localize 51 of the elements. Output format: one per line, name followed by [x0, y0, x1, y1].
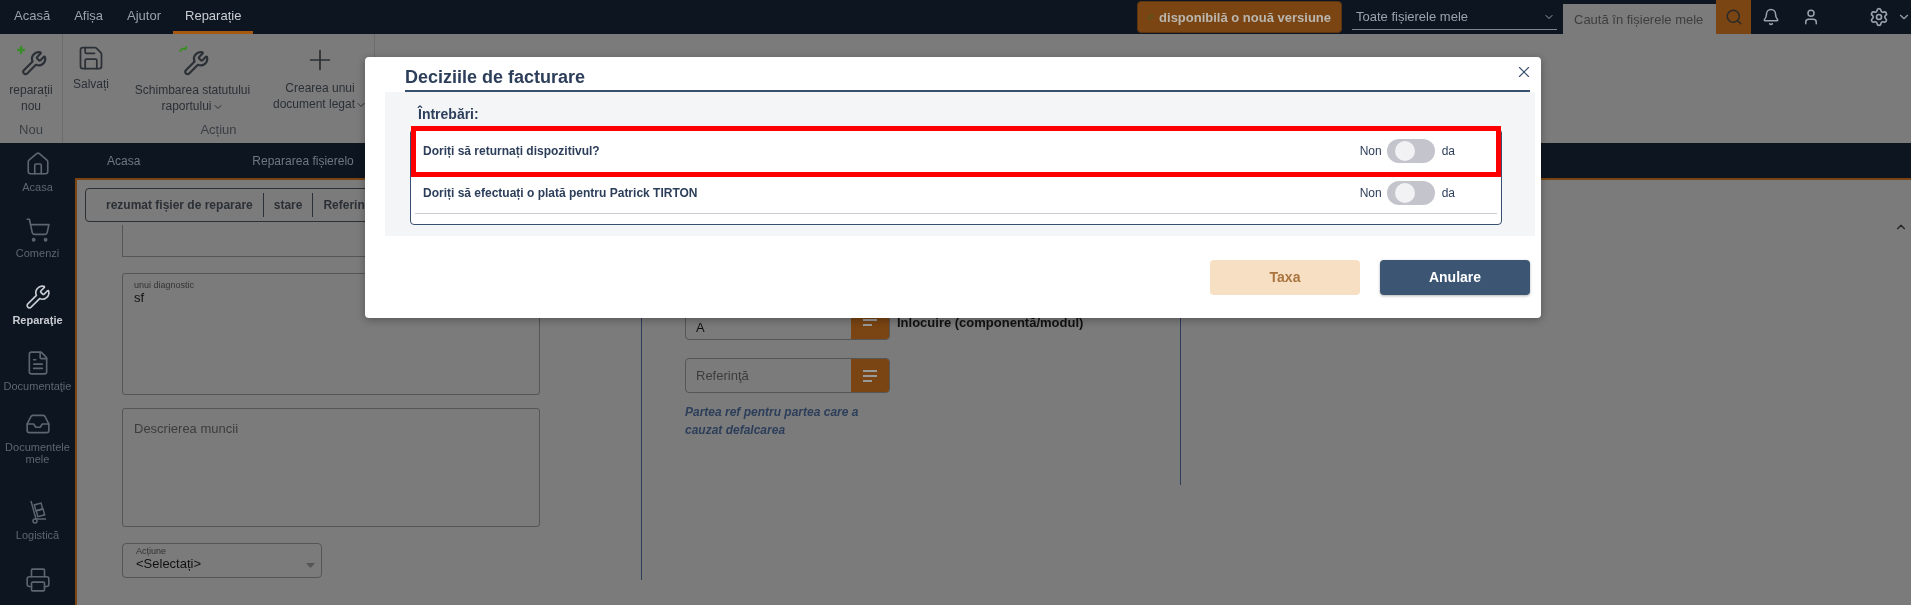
- user-icon: [1802, 8, 1820, 26]
- tab[interactable]: Referin: [313, 193, 369, 217]
- printer-icon: [24, 567, 51, 593]
- question-text: Doriți să efectuați o plată pentru Patrick TIRTON: [423, 186, 699, 200]
- search-icon: [1724, 8, 1743, 26]
- toolbar-button[interactable]: Crearea unui document legat: [270, 42, 370, 114]
- dialog-title: Deciziile de facturare: [405, 67, 586, 88]
- search-field[interactable]: Caută în fișierele mele: [1563, 4, 1716, 34]
- sidebar-item[interactable]: Reparaţie: [0, 283, 75, 351]
- wrench-plus-icon: [14, 44, 48, 78]
- list-icon: [863, 369, 877, 382]
- work-description-field[interactable]: Descrierea muncii: [122, 408, 540, 527]
- toggle-label: da: [1441, 186, 1455, 200]
- sidebar-item[interactable]: Documentaţie: [0, 350, 75, 412]
- scope-dropdown[interactable]: Toate fișierele mele: [1352, 4, 1557, 30]
- bell-icon: [1762, 8, 1780, 26]
- menu-tab[interactable]: Acasă: [2, 0, 63, 34]
- wrench-icon: [24, 283, 51, 310]
- sidebar-item[interactable]: Acasa: [0, 151, 75, 218]
- action-select[interactable]: Acțiune <Selectați>: [122, 543, 322, 578]
- menu-tab[interactable]: Ajutor: [115, 0, 173, 34]
- tab[interactable]: rezumat fișier de reparare: [96, 193, 264, 217]
- dialog-button[interactable]: Anulare: [1380, 259, 1530, 295]
- sidebar-item[interactable]: Documentele mele: [0, 411, 75, 499]
- sidebar-item[interactable]: Comenzi: [0, 217, 75, 284]
- toggle-label: Non: [1359, 144, 1382, 158]
- toggle-label: da: [1441, 144, 1455, 158]
- breadcrumb-link[interactable]: Acasa: [107, 153, 141, 168]
- part-description: Inlocuire (componentă/modul): [897, 315, 1084, 332]
- tab[interactable]: stare: [263, 193, 314, 217]
- reference-field[interactable]: Referinţă: [685, 358, 890, 393]
- sidebar-item[interactable]: Logistică: [0, 498, 75, 567]
- update-button[interactable]: disponibilă o nouă versiune: [1137, 1, 1342, 33]
- question-text: Doriți să returnați dispozitivul?: [423, 144, 601, 158]
- toolbar-button[interactable]: Salvați: [67, 42, 115, 94]
- section-label: Întrebări:: [418, 106, 480, 122]
- menu-tab[interactable]: Afișa: [62, 0, 116, 34]
- group-label: Acțiun: [199, 122, 238, 139]
- hint-text: Partea ref pentru partea care a cauzat defalcarea: [685, 404, 860, 439]
- toggle-label: Non: [1359, 186, 1382, 200]
- toggle-switch[interactable]: [1386, 181, 1435, 205]
- group-label: Nou: [18, 122, 44, 139]
- settings-icon: [1869, 7, 1889, 27]
- caret-icon: [306, 563, 315, 568]
- cart-icon: [24, 217, 51, 244]
- breadcrumb-link[interactable]: Repararea fișierelo: [252, 153, 354, 168]
- toolbar-button[interactable]: reparații nou: [4, 42, 58, 116]
- toolbar-button[interactable]: Schimbarea statutului raportului: [125, 42, 260, 116]
- home-icon: [24, 151, 51, 177]
- save-icon: [77, 44, 105, 72]
- toggle-switch[interactable]: [1386, 139, 1435, 163]
